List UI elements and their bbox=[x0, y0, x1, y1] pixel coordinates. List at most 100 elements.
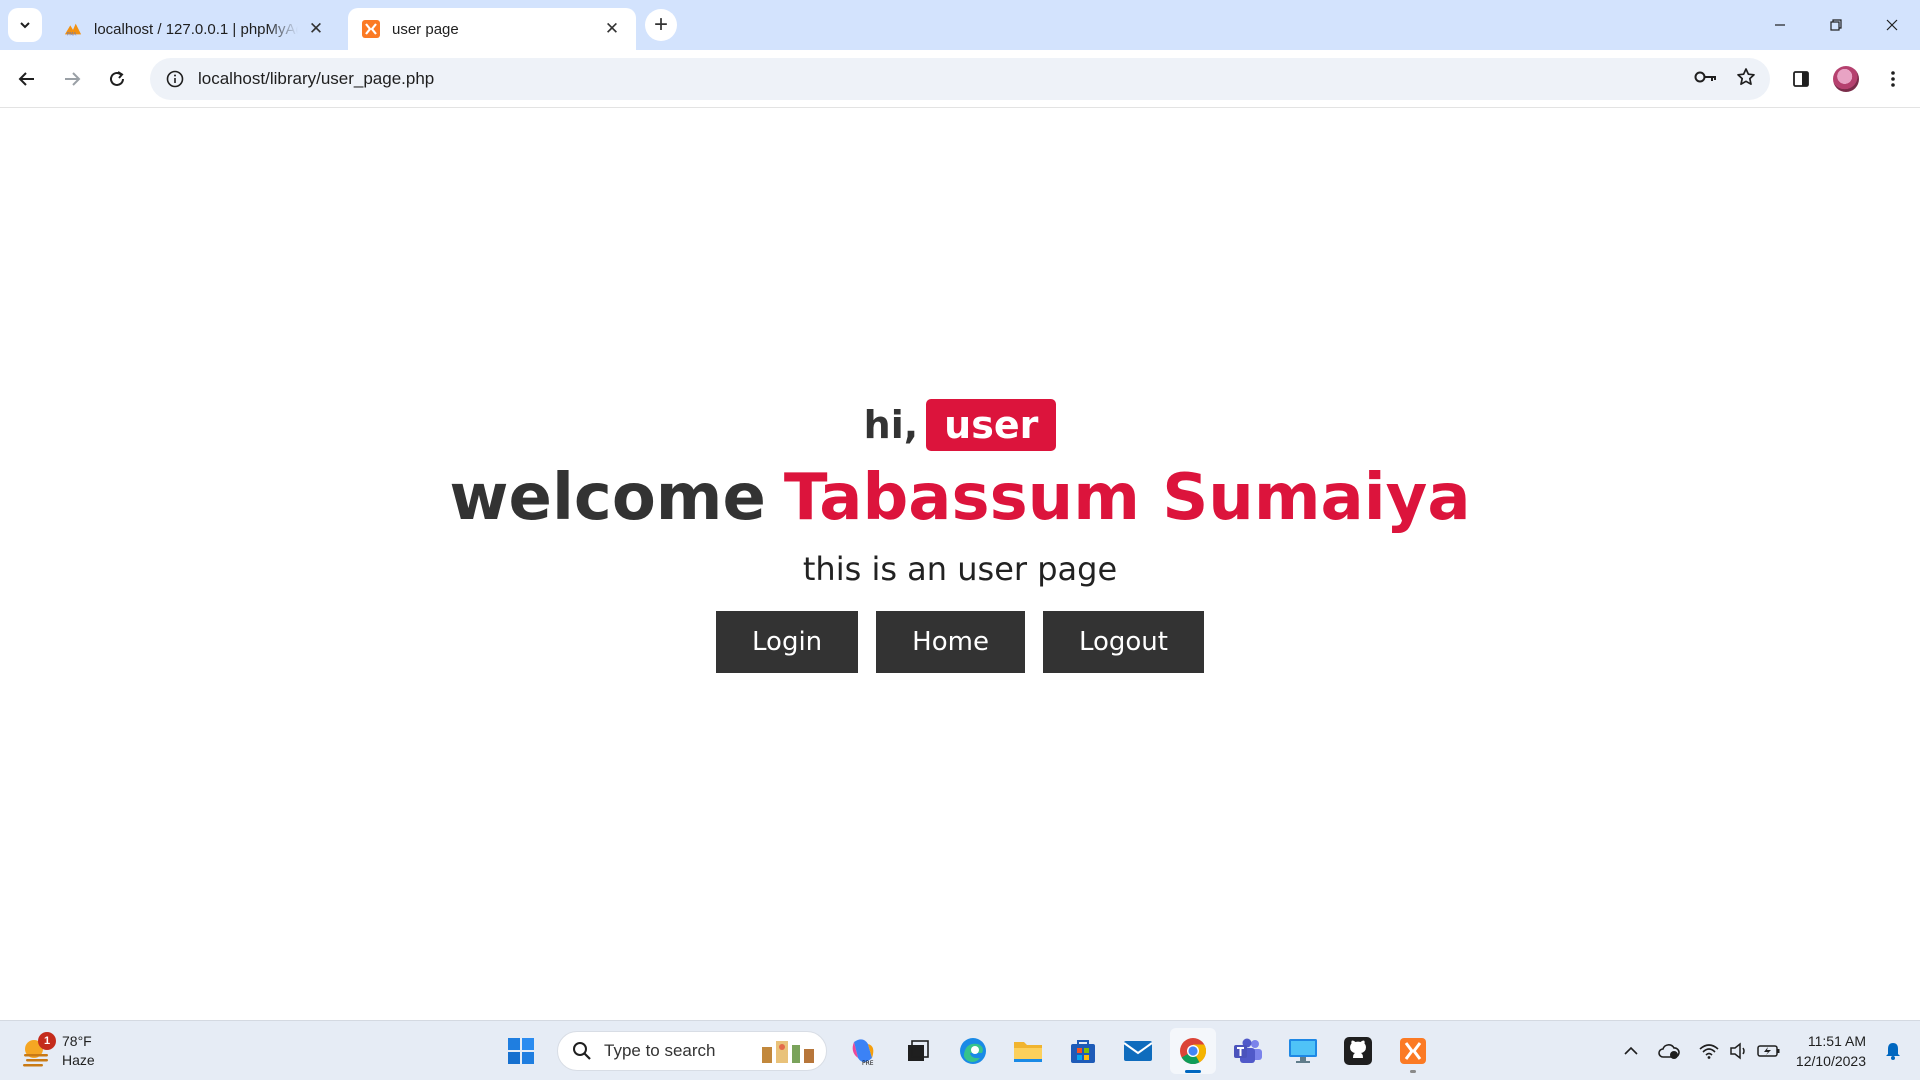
svg-text:PMA: PMA bbox=[67, 31, 78, 37]
avatar bbox=[1833, 66, 1859, 92]
browser-toolbar: localhost/library/user_page.php bbox=[0, 50, 1920, 108]
taskbar-search[interactable]: Type to search bbox=[557, 1031, 827, 1071]
forward-button[interactable] bbox=[54, 61, 90, 97]
search-icon bbox=[573, 1042, 591, 1060]
weather-condition: Haze bbox=[62, 1052, 95, 1068]
cloud-sync-icon bbox=[1658, 1044, 1680, 1059]
weather-notification-badge: 1 bbox=[38, 1032, 56, 1050]
reload-button[interactable] bbox=[99, 61, 135, 97]
tab-title: user page bbox=[392, 20, 459, 38]
edge-button[interactable] bbox=[950, 1028, 996, 1074]
taskbar-clock[interactable]: 11:51 AM 12/10/2023 bbox=[1796, 1031, 1866, 1071]
welcome-word: welcome bbox=[449, 461, 766, 535]
phpmyadmin-icon: PMA bbox=[64, 20, 82, 38]
browser-menu-button[interactable] bbox=[1875, 61, 1911, 97]
side-panel-icon bbox=[1793, 71, 1809, 87]
clock-time: 11:51 AM bbox=[1807, 1033, 1866, 1049]
home-button[interactable]: Home bbox=[876, 611, 1025, 673]
file-explorer-button[interactable] bbox=[1005, 1028, 1051, 1074]
edge-icon bbox=[960, 1038, 986, 1064]
window-controls bbox=[1752, 0, 1920, 50]
taskbar-apps: Type to search PRE bbox=[498, 1027, 1436, 1075]
page-content: hi, user welcome Tabassum Sumaiya this i… bbox=[0, 109, 1920, 1020]
mail-button[interactable] bbox=[1115, 1028, 1161, 1074]
close-window-button[interactable] bbox=[1864, 0, 1920, 50]
profile-button[interactable] bbox=[1828, 61, 1864, 97]
mail-icon bbox=[1123, 1041, 1153, 1061]
windows-start-icon bbox=[508, 1038, 534, 1064]
remote-desktop-button[interactable] bbox=[1280, 1028, 1326, 1074]
login-button[interactable]: Login bbox=[716, 611, 859, 673]
xampp-button[interactable] bbox=[1390, 1028, 1436, 1074]
back-arrow-icon bbox=[18, 72, 34, 86]
welcome-heading: welcome Tabassum Sumaiya bbox=[449, 457, 1470, 539]
teams-icon bbox=[1234, 1038, 1262, 1063]
search-highlight-illustration bbox=[762, 1041, 814, 1063]
speaker-icon bbox=[1730, 1042, 1745, 1060]
copilot-button[interactable]: PRE bbox=[840, 1028, 886, 1074]
tab-phpmyadmin[interactable]: PMA localhost / 127.0.0.1 | phpMyAdmin ✕ bbox=[50, 8, 340, 50]
side-panel-button[interactable] bbox=[1783, 61, 1819, 97]
close-tab-icon[interactable]: ✕ bbox=[306, 19, 326, 39]
microsoft-store-button[interactable] bbox=[1060, 1028, 1106, 1074]
teams-button[interactable] bbox=[1225, 1028, 1271, 1074]
close-tab-icon[interactable]: ✕ bbox=[602, 19, 622, 39]
battery-button[interactable] bbox=[1754, 1036, 1784, 1066]
greeting-line: hi, user bbox=[864, 399, 1057, 451]
minimize-icon bbox=[1775, 24, 1785, 26]
reload-icon bbox=[110, 71, 124, 86]
network-button[interactable] bbox=[1694, 1036, 1724, 1066]
user-name: Tabassum Sumaiya bbox=[783, 461, 1471, 535]
url-text[interactable]: localhost/library/user_page.php bbox=[198, 69, 434, 89]
task-view-icon bbox=[908, 1040, 929, 1061]
battery-charging-icon bbox=[1757, 1045, 1780, 1057]
volume-button[interactable] bbox=[1724, 1036, 1754, 1066]
tab-search-button[interactable] bbox=[8, 8, 42, 42]
file-explorer-icon bbox=[1014, 1042, 1042, 1062]
address-bar[interactable]: localhost/library/user_page.php bbox=[150, 58, 1770, 100]
bell-icon bbox=[1886, 1043, 1900, 1060]
wifi-icon bbox=[1699, 1044, 1719, 1059]
task-view-button[interactable] bbox=[895, 1028, 941, 1074]
button-row: Login Home Logout bbox=[716, 611, 1204, 673]
forward-arrow-icon bbox=[65, 72, 81, 86]
weather-widget[interactable]: 1 78°F Haze bbox=[20, 1029, 95, 1073]
github-icon bbox=[1344, 1037, 1372, 1065]
windows-taskbar: 1 78°F Haze Type to search PRE 11:51 AM … bbox=[0, 1020, 1920, 1080]
remote-desktop-icon bbox=[1289, 1039, 1317, 1063]
minimize-button[interactable] bbox=[1752, 0, 1808, 50]
restore-button[interactable] bbox=[1808, 0, 1864, 50]
user-role-badge: user bbox=[926, 399, 1057, 451]
microsoft-store-icon bbox=[1071, 1040, 1095, 1063]
notifications-button[interactable] bbox=[1878, 1036, 1908, 1066]
close-icon bbox=[1886, 19, 1898, 31]
show-hidden-icons-button[interactable] bbox=[1616, 1036, 1646, 1066]
bookmark-star-icon[interactable] bbox=[1736, 67, 1756, 92]
greeting-text: hi, bbox=[863, 403, 919, 447]
xampp-icon bbox=[362, 20, 380, 38]
system-tray: 11:51 AM 12/10/2023 bbox=[1616, 1021, 1920, 1080]
password-key-icon[interactable] bbox=[1694, 70, 1718, 89]
browser-tab-bar: PMA localhost / 127.0.0.1 | phpMyAdmin ✕… bbox=[0, 0, 1920, 50]
copilot-icon: PRE bbox=[852, 1039, 874, 1066]
more-vertical-icon bbox=[1891, 71, 1895, 87]
tab-user-page[interactable]: user page ✕ bbox=[348, 8, 636, 50]
site-info-icon[interactable] bbox=[164, 68, 186, 90]
restore-icon bbox=[1830, 19, 1842, 31]
start-button[interactable] bbox=[498, 1028, 544, 1074]
onedrive-status-button[interactable] bbox=[1654, 1036, 1684, 1066]
chrome-button[interactable] bbox=[1170, 1028, 1216, 1074]
tab-title: localhost / 127.0.0.1 | phpMyAdmin bbox=[94, 20, 298, 38]
weather-temperature: 78°F bbox=[62, 1033, 92, 1049]
page-subtitle: this is an user page bbox=[802, 550, 1118, 588]
github-button[interactable] bbox=[1335, 1028, 1381, 1074]
xampp-icon bbox=[1400, 1038, 1426, 1064]
weather-haze-icon: 1 bbox=[20, 1032, 56, 1068]
chevron-down-icon bbox=[20, 22, 30, 29]
clock-date: 12/10/2023 bbox=[1795, 1053, 1866, 1069]
new-tab-button[interactable]: + bbox=[645, 9, 677, 41]
chrome-icon bbox=[1180, 1038, 1207, 1065]
chevron-up-icon bbox=[1624, 1046, 1638, 1055]
back-button[interactable] bbox=[9, 61, 45, 97]
logout-button[interactable]: Logout bbox=[1042, 611, 1204, 673]
